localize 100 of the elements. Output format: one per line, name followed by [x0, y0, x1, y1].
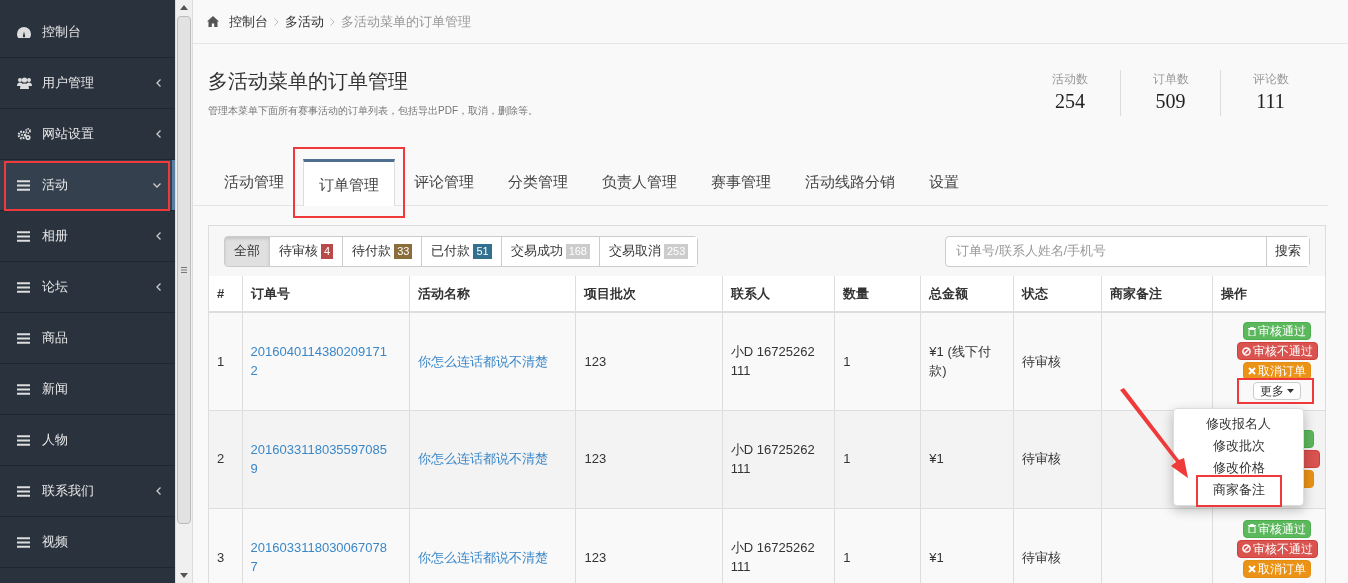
- search-field[interactable]: 订单号/联系人姓名/手机号 搜索: [945, 235, 1310, 267]
- chevron-left-icon: [156, 487, 161, 495]
- gears-icon: [17, 128, 31, 140]
- more-button[interactable]: 更多: [1253, 382, 1302, 401]
- tab[interactable]: 负责人管理: [587, 159, 692, 206]
- stat-label: 订单数: [1152, 71, 1189, 88]
- menu-item[interactable]: 修改价格: [1208, 457, 1269, 479]
- stat-label: 评论数: [1252, 71, 1289, 88]
- search-button[interactable]: 搜索: [1266, 236, 1309, 266]
- table-cell-text: 待审核: [1021, 450, 1062, 469]
- ban-icon: [1241, 544, 1251, 553]
- row-number: 3: [217, 548, 226, 567]
- sidebar-item[interactable]: 活动: [0, 160, 175, 211]
- order-link[interactable]: 20160331180300670787: [250, 537, 393, 577]
- breadcrumb-current: 多活动菜单的订单管理: [341, 12, 471, 31]
- chevron-left-icon: [156, 79, 161, 87]
- filter-button[interactable]: 待付款 33: [342, 236, 422, 266]
- table-cell-text: 1: [843, 352, 852, 371]
- tab[interactable]: 评论管理: [399, 159, 489, 206]
- menu-icon: [17, 281, 30, 293]
- scroll-up-icon[interactable]: [180, 5, 188, 10]
- count-badge: 33: [394, 243, 413, 259]
- dashboard-icon: [17, 26, 31, 38]
- close-icon: [1248, 564, 1257, 573]
- activity-link[interactable]: 你怎么连话都说不清楚: [418, 351, 568, 371]
- page-description: 管理本菜单下面所有赛事活动的订单列表，包括导出PDF，取消，删除等。: [208, 104, 539, 118]
- table-cell-text: ¥1 (线下付款): [929, 342, 992, 381]
- count-badge: 51: [473, 243, 492, 259]
- menu-item[interactable]: 修改批次: [1208, 435, 1269, 457]
- close-icon: [1248, 367, 1257, 376]
- activity-link[interactable]: 你怎么连话都说不清楚: [418, 449, 568, 469]
- column-header: 操作: [1212, 276, 1325, 312]
- breadcrumb-link[interactable]: 控制台: [229, 11, 268, 32]
- home-icon: [207, 16, 219, 27]
- chevron-left-icon: [156, 232, 161, 240]
- tab[interactable]: 设置: [914, 159, 974, 206]
- reject-button[interactable]: 审核不通过: [1236, 342, 1318, 361]
- menu-icon: [17, 485, 30, 497]
- caret-icon: [1287, 389, 1295, 394]
- breadcrumb-link[interactable]: 多活动: [285, 11, 324, 32]
- chevron-left-icon: [156, 130, 161, 138]
- filter-button[interactable]: 已付款 51: [421, 236, 501, 266]
- order-link[interactable]: 20160331180355970859: [250, 439, 393, 479]
- table-cell-text: 小D 16725262111: [730, 538, 816, 577]
- row-number: 2: [217, 450, 226, 469]
- table-cell-text: 123: [584, 352, 608, 371]
- grip-icon: [181, 267, 187, 273]
- order-link[interactable]: 20160401143802091712: [250, 341, 393, 381]
- users-icon: [17, 77, 32, 89]
- column-header: 商家备注: [1101, 276, 1213, 312]
- menu-icon: [17, 332, 30, 344]
- trash-icon: [1248, 326, 1257, 336]
- separator-icon: [274, 17, 279, 26]
- column-header: 数量: [834, 276, 921, 312]
- menu-item[interactable]: 商家备注: [1208, 479, 1269, 501]
- menu-icon: [17, 383, 30, 395]
- stat-label: 活动数: [1052, 71, 1088, 88]
- activity-link[interactable]: 你怎么连话都说不清楚: [418, 547, 568, 567]
- ban-icon: [1241, 346, 1251, 356]
- table-cell-text: 小D 16725262111: [730, 342, 816, 381]
- page-title: 多活动菜单的订单管理: [208, 69, 409, 94]
- count-badge: 4: [321, 243, 334, 259]
- table-cell-text: 1: [843, 548, 852, 567]
- chevron-left-icon: [156, 283, 161, 291]
- column-header: 状态: [1013, 276, 1102, 312]
- tab[interactable]: 活动线路分销: [790, 159, 910, 206]
- scrollbar[interactable]: [175, 0, 193, 583]
- stat-value: 254: [1055, 89, 1085, 114]
- reject-button[interactable]: 审核不通过: [1236, 539, 1318, 558]
- tab[interactable]: 订单管理: [303, 159, 395, 206]
- menu-icon: [17, 179, 30, 191]
- stat-value: 509: [1155, 89, 1186, 114]
- table-cell-text: 待审核: [1021, 548, 1062, 567]
- row-number: 1: [217, 352, 226, 371]
- table-cell-text: 123: [584, 450, 608, 469]
- separator-icon: [330, 17, 335, 26]
- menu-icon: [17, 434, 30, 446]
- column-header: 联系人: [722, 276, 835, 312]
- filter-button[interactable]: 全部: [225, 236, 269, 266]
- column-header: #: [209, 276, 243, 312]
- tab[interactable]: 分类管理: [493, 159, 583, 206]
- stat-value: 111: [1256, 89, 1285, 114]
- tab[interactable]: 赛事管理: [696, 159, 786, 206]
- column-header: 订单号: [242, 276, 410, 312]
- column-header: 活动名称: [409, 276, 576, 312]
- column-header: 项目批次: [575, 276, 723, 312]
- tab[interactable]: 活动管理: [209, 159, 299, 206]
- table-cell-text: 123: [584, 548, 608, 567]
- menu-icon: [17, 230, 30, 242]
- table-cell-text: ¥1: [929, 450, 945, 469]
- menu-icon: [17, 536, 30, 548]
- column-header: 总金额: [920, 276, 1014, 312]
- table-cell-text: 1: [843, 450, 852, 469]
- table-cell-text: ¥1: [929, 548, 945, 567]
- menu-item[interactable]: 修改报名人: [1202, 413, 1275, 435]
- trash-icon: [1248, 524, 1257, 533]
- scroll-down-icon[interactable]: [180, 573, 188, 578]
- filter-button[interactable]: 待审核 4: [269, 236, 343, 266]
- table-cell-text: 小D 16725262111: [730, 440, 816, 478]
- chevron-down-icon: [153, 182, 161, 188]
